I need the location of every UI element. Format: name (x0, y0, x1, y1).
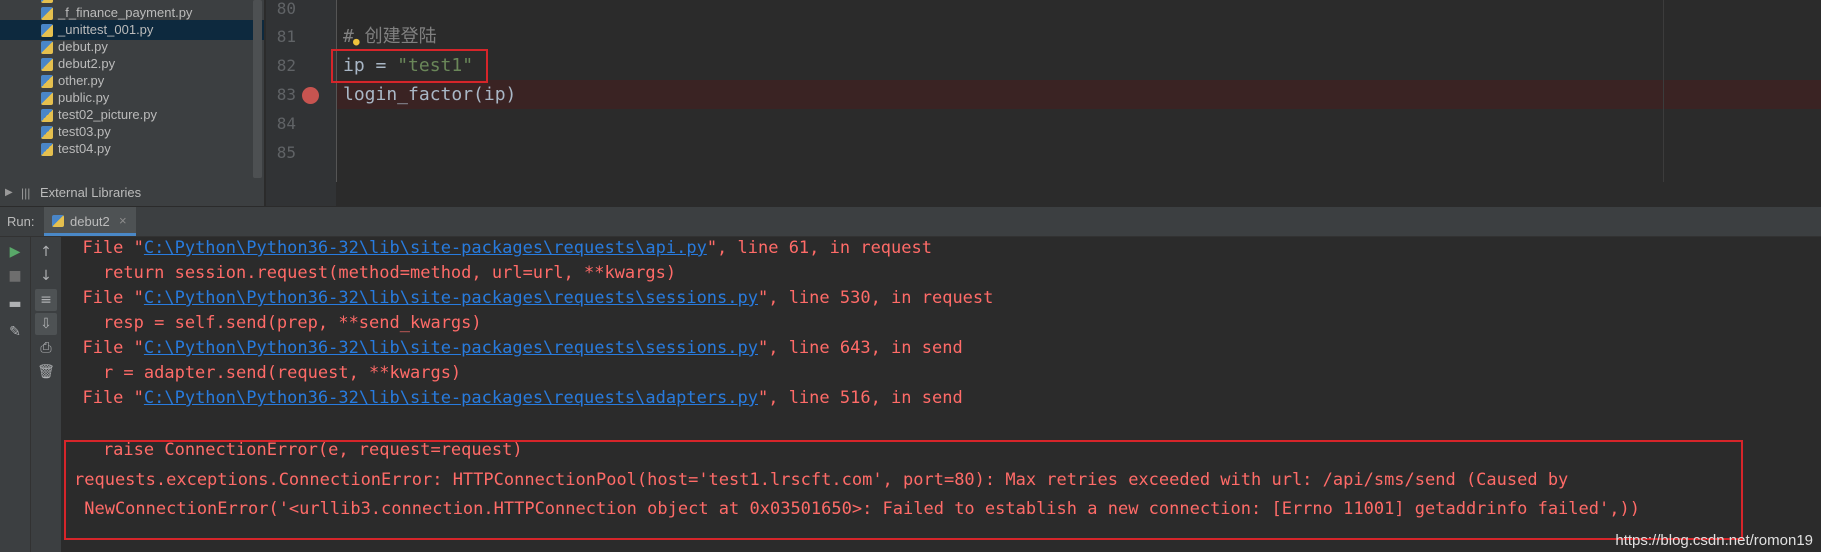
run-toolbar-left: ▶ ■ ▬ ✎ (0, 237, 31, 552)
rerun-icon[interactable]: ▶ (4, 241, 26, 263)
console-text: File " (62, 288, 144, 308)
console-text: ", line 643, in send (757, 338, 963, 358)
restore-layout-icon[interactable]: ▬ (4, 293, 26, 315)
file-label: test04.py (58, 141, 111, 156)
scroll-to-end-icon[interactable]: ⇩ (35, 313, 57, 335)
run-label: Run: (7, 214, 35, 229)
line-number: 84 (276, 114, 296, 133)
file-link[interactable]: C:\Python\Python36-32\lib\site-packages\… (144, 338, 758, 358)
python-file-icon (41, 92, 53, 105)
run-tab-debut2[interactable]: debut2 × (44, 207, 136, 236)
python-file-icon (41, 24, 53, 37)
external-libraries-label: External Libraries (40, 185, 142, 200)
line-number: 81 (276, 27, 296, 46)
file-link[interactable]: C:\Python\Python36-32\lib\site-packages\… (144, 288, 758, 308)
python-file-icon (41, 75, 53, 88)
line-number: 80 (276, 0, 296, 18)
line-number: 85 (276, 143, 296, 162)
python-file-icon (41, 143, 53, 156)
project-tree: _f_finance_payment.py _unittest_001.py d… (0, 0, 264, 206)
console-text: ", line 530, in request (757, 288, 994, 308)
line-number: 82 (276, 56, 296, 75)
python-file-icon (41, 7, 53, 20)
console-line: return session.request(method=method, ur… (62, 263, 677, 283)
console-line: File "C:\Python\Python36-32\lib\site-pac… (62, 286, 993, 311)
soft-wrap-icon[interactable]: ≡ (35, 289, 57, 311)
console-line: resp = self.send(prep, **send_kwargs) (62, 313, 482, 333)
lightbulb-icon[interactable]: ● (353, 35, 360, 48)
console-line: File "C:\Python\Python36-32\lib\site-pac… (62, 386, 963, 411)
console-line: File "C:\Python\Python36-32\lib\site-pac… (62, 236, 932, 261)
down-arrow-icon[interactable]: ↓ (35, 265, 57, 287)
file-link[interactable]: C:\Python\Python36-32\lib\site-packages\… (144, 388, 758, 408)
annotation-box-error (64, 440, 1743, 540)
expand-arrow-icon[interactable]: ▶ (5, 183, 13, 203)
run-toolwindow-header: Run: debut2 × (0, 207, 1821, 237)
pin-icon[interactable]: ✎ (4, 321, 26, 343)
watermark: https://blog.csdn.net/romon19 (1615, 532, 1813, 549)
gutter-divider (336, 0, 337, 182)
file-link[interactable]: C:\Python\Python36-32\lib\site-packages\… (144, 238, 707, 258)
python-file-icon (41, 126, 53, 139)
run-toolbar-right: ↑ ↓ ≡ ⇩ ⎙ 🗑 (31, 237, 62, 552)
console-text: ", line 516, in send (757, 388, 963, 408)
up-arrow-icon[interactable]: ↑ (35, 241, 57, 263)
console-text: File " (62, 338, 144, 358)
stop-icon[interactable]: ■ (4, 265, 26, 287)
tree-file-test04[interactable]: test04.py (0, 139, 264, 159)
console-line: File "C:\Python\Python36-32\lib\site-pac… (62, 336, 963, 361)
print-icon[interactable]: ⎙ (35, 337, 57, 359)
run-tab-label: debut2 (70, 214, 110, 229)
python-file-icon (41, 41, 53, 54)
annotation-box-ip-line (331, 49, 488, 83)
python-file-icon (52, 215, 64, 227)
trash-icon[interactable]: 🗑 (35, 361, 57, 383)
library-icon: ||| (21, 186, 31, 200)
python-file-icon (41, 109, 53, 122)
tree-external-libraries[interactable]: ▶ ||| External Libraries (0, 183, 264, 203)
console-text: ", line 61, in request (706, 238, 932, 258)
code-line-83[interactable]: login_factor(ip) (343, 80, 516, 109)
line-number: 83 (276, 85, 296, 104)
breakpoint-icon[interactable] (302, 87, 319, 104)
console-line: r = adapter.send(request, **kwargs) (62, 363, 462, 383)
right-margin-guide (1663, 0, 1664, 182)
breakpoint-line-highlight (337, 80, 1821, 109)
close-icon[interactable]: × (119, 213, 127, 228)
console-text: File " (62, 388, 144, 408)
python-file-icon (41, 58, 53, 71)
tree-scrollbar[interactable] (253, 0, 262, 178)
console-text: File " (62, 238, 144, 258)
